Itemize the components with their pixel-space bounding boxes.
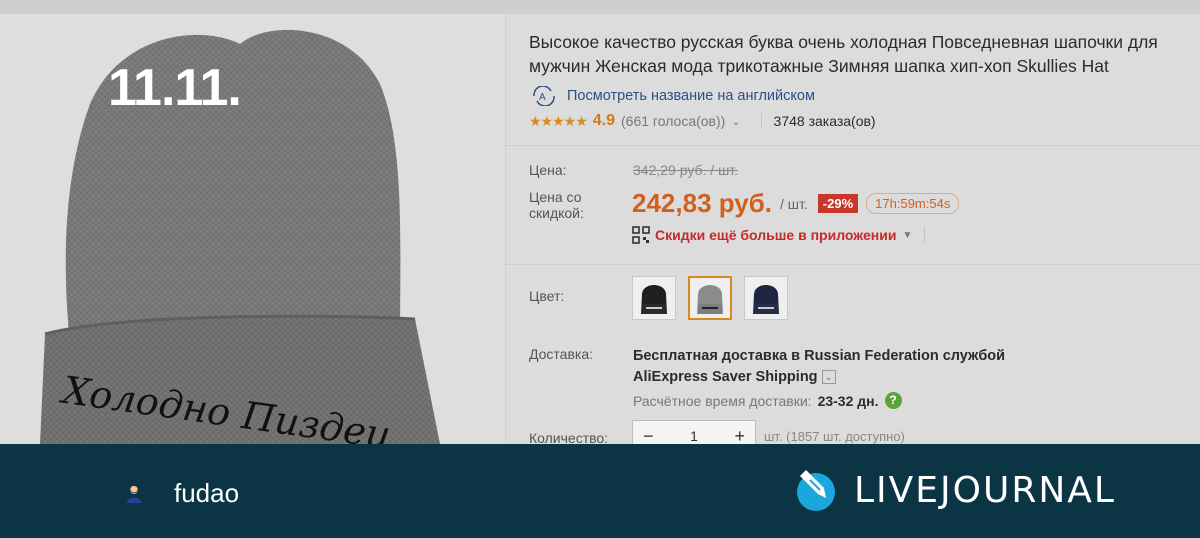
quantity-label: Количество: (529, 430, 609, 444)
livejournal-logo[interactable]: LIVEJOURNAL (794, 466, 1116, 514)
discount-badge: -29% (817, 194, 859, 213)
translate-link[interactable]: A Посмотреть название на английском (529, 86, 815, 106)
top-strip (0, 0, 1200, 14)
shipping-eta-value: 23-32 дн. (817, 392, 879, 409)
dropdown-arrow-icon[interactable]: ▼ (902, 230, 912, 241)
beanie-thumbnail-icon (753, 285, 779, 314)
app-discount-link[interactable]: Скидки ещё больше в приложении ▼ (632, 226, 926, 244)
divider (506, 145, 1200, 146)
product-screenshot: Холодно Пиздец 11.11. Высокое качество р… (0, 0, 1200, 444)
product-image-panel[interactable]: Холодно Пиздец 11.11. (0, 14, 506, 444)
shipping-method[interactable]: AliExpress Saver Shipping (633, 369, 818, 385)
rating-value: 4.9 (592, 112, 616, 129)
product-info-panel: Высокое качество русская буква очень хол… (506, 14, 1200, 444)
orders-count: 3748 заказа(ов) (773, 113, 876, 129)
quantity-available: шт. (1857 шт. доступно) (764, 428, 905, 444)
rating-votes[interactable]: (661 голоса(ов)) (621, 113, 725, 129)
color-label: Цвет: (529, 288, 565, 304)
discount-price-label-line2: скидкой: (529, 205, 584, 221)
livejournal-brand: LIVEJOURNAL (854, 469, 1116, 511)
quantity-minus-button[interactable]: − (643, 426, 654, 445)
translate-icon: A (533, 86, 555, 106)
promo-11-11-label: 11.11. (108, 59, 242, 117)
quantity-stepper: − 1 + (632, 420, 756, 444)
chevron-down-icon[interactable]: ⌄ (821, 370, 836, 385)
translate-link-text[interactable]: Посмотреть название на английском (567, 88, 815, 104)
chevron-down-icon[interactable]: ⌄ (731, 115, 740, 128)
shipping-eta: Расчётное время доставки: 23-32 дн. ? (633, 392, 902, 409)
color-swatch-gray[interactable] (688, 276, 732, 320)
discount-price-label-line1: Цена со (529, 189, 582, 205)
rating-stars-icon: ★★★★★ (529, 112, 588, 129)
page: Холодно Пиздец 11.11. Высокое качество р… (0, 0, 1200, 538)
color-swatches (632, 276, 788, 320)
svg-text:A: A (539, 92, 546, 103)
shipping-eta-label: Расчётное время доставки: (633, 392, 812, 409)
shipping-info: Бесплатная доставка в Russian Federation… (633, 346, 1005, 388)
username[interactable]: fudao (174, 478, 239, 509)
quantity-row: − 1 + шт. (1857 шт. доступно) (632, 420, 905, 444)
shipping-country[interactable]: Russian Federation (804, 348, 939, 364)
shipping-label: Доставка: (529, 346, 594, 362)
beanie-image: Холодно Пиздец (40, 29, 440, 444)
discount-price: 242,83 руб. (632, 188, 773, 218)
app-discount-text[interactable]: Скидки ещё больше в приложении (655, 227, 896, 243)
per-unit-label: / шт. (780, 195, 808, 212)
product-title: Высокое качество русская буква очень хол… (529, 32, 1158, 76)
rating-row: ★★★★★ 4.9 (661 голоса(ов)) ⌄ 3748 заказа… (529, 112, 876, 130)
shipping-text-a: Бесплатная доставка в (633, 348, 805, 364)
beanie-thumbnail-icon (641, 285, 667, 314)
divider (760, 113, 762, 129)
qr-code-icon (632, 226, 650, 244)
discount-price-row: 242,83 руб. / шт. -29% 17h:59m:54s (632, 188, 960, 219)
user-icon (127, 484, 141, 503)
countdown-timer: 17h:59m:54s (866, 193, 960, 214)
livejournal-pencil-icon (797, 470, 835, 511)
divider (924, 227, 926, 243)
beanie-thumbnail-icon (697, 285, 723, 314)
color-swatch-black[interactable] (632, 276, 676, 320)
old-price: 342,29 руб. / шт. (633, 162, 739, 178)
shipping-text-c: службой (938, 348, 1006, 364)
divider (506, 264, 1200, 265)
price-label: Цена: (529, 162, 567, 178)
help-icon[interactable]: ? (884, 392, 902, 409)
color-swatch-navy[interactable] (744, 276, 788, 320)
quantity-input[interactable]: 1 (690, 428, 698, 444)
quantity-plus-button[interactable]: + (734, 426, 745, 445)
user-link[interactable]: fudao (124, 478, 239, 509)
